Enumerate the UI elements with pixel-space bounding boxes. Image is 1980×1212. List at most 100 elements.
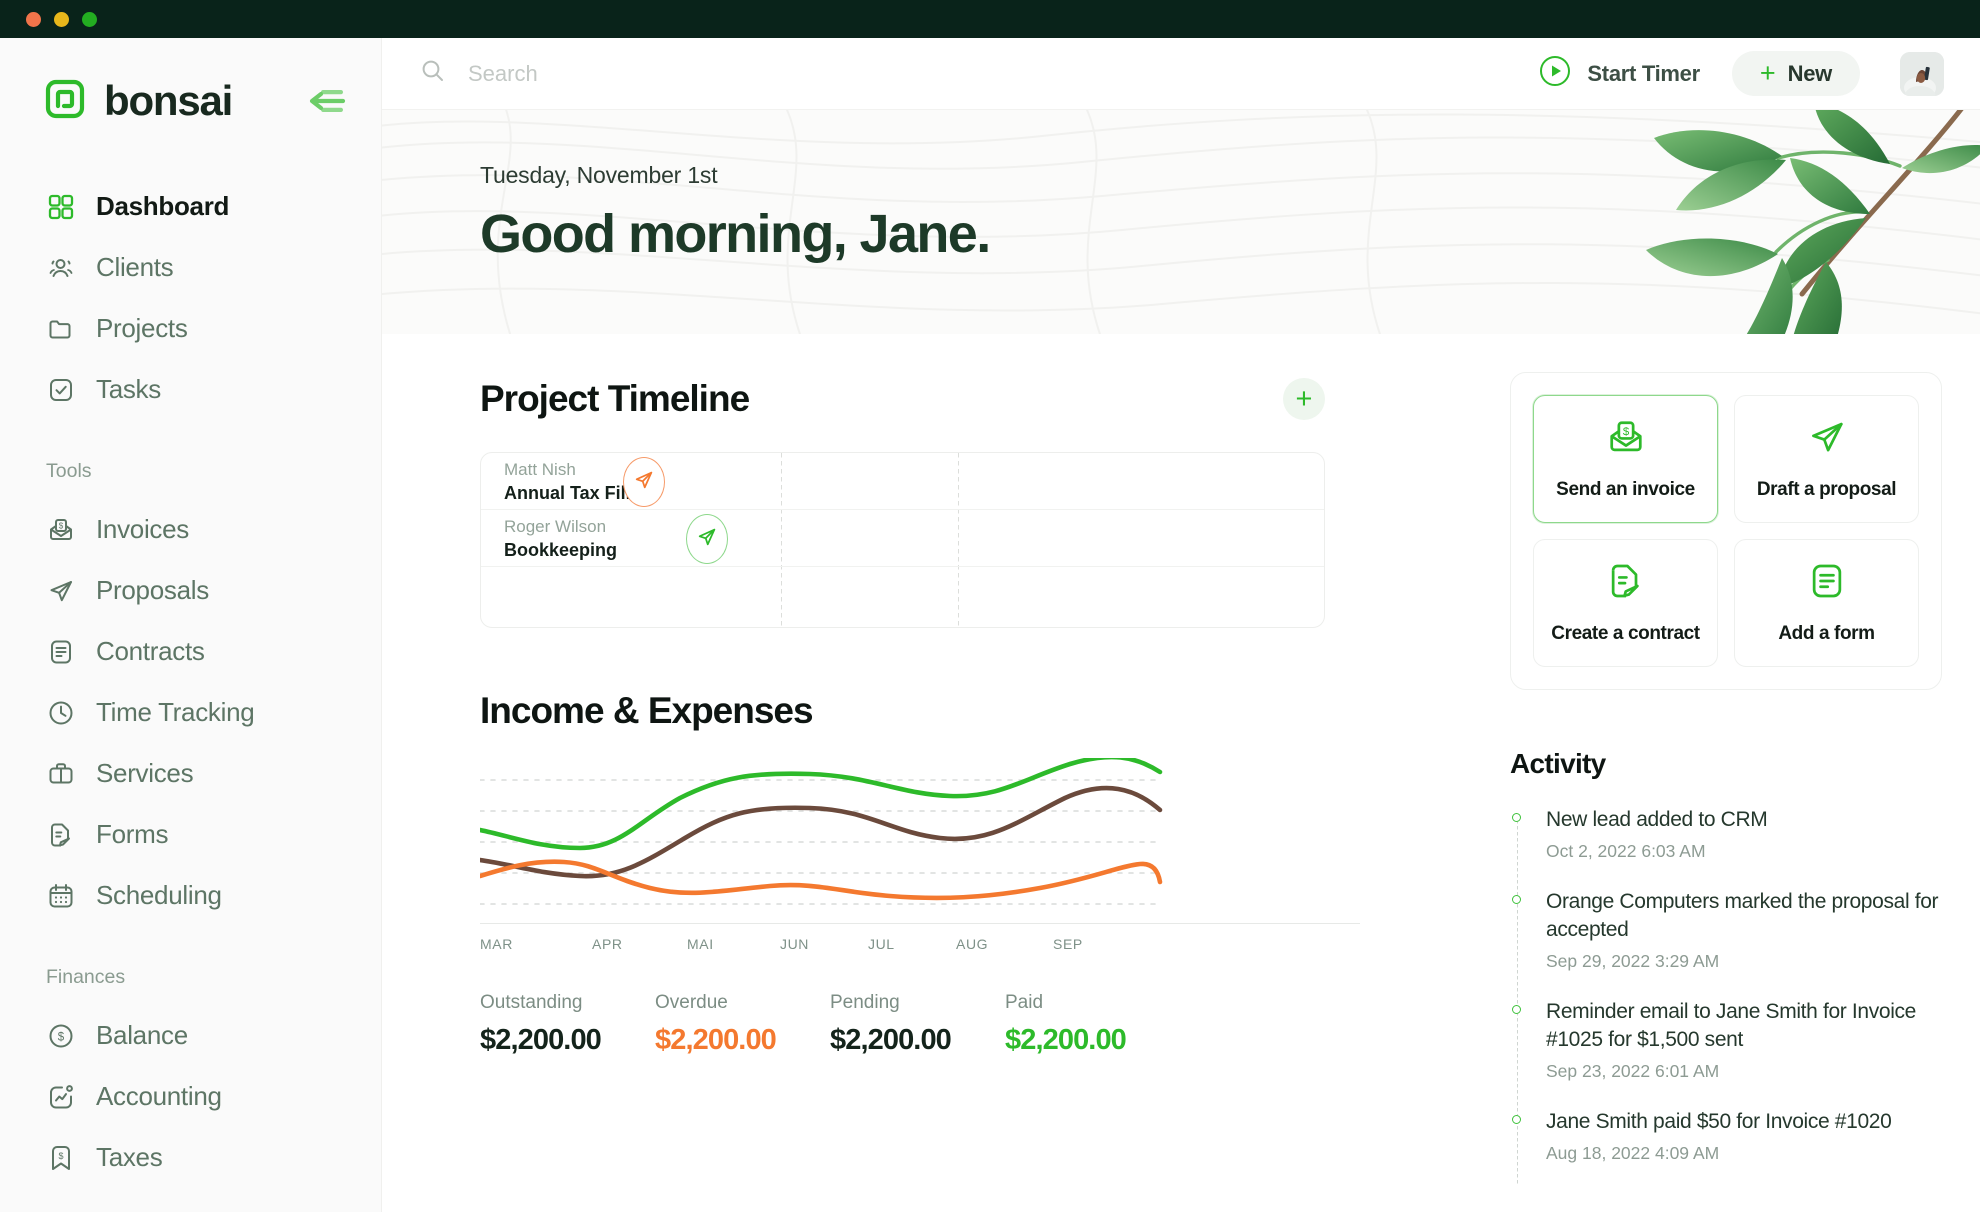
table-row[interactable]: Roger Wilson Bookkeeping [481,510,1324,567]
axis-tick-label: AUG [956,936,989,952]
sidebar-item-proposals[interactable]: Proposals [0,560,381,621]
paper-plane-icon [1807,417,1847,462]
axis-tick-label: APR [592,936,623,952]
search-input[interactable] [468,60,928,87]
stat-label: Outstanding [480,992,583,1013]
stat-value: $2,200.00 [830,1024,952,1056]
list-item[interactable]: New lead added to CRM Oct 2, 2022 6:03 A… [1512,806,1960,862]
axis-tick-label: SEP [1053,936,1083,952]
sidebar-nav: Dashboard Clients Projects Tasks Tools $… [0,176,381,1188]
quick-action-send-invoice[interactable]: $ Send an invoice [1533,395,1718,523]
sidebar-item-tasks[interactable]: Tasks [0,359,381,420]
timeline-project-name: Annual Tax Fil... [504,483,641,503]
stat-overdue: Overdue $2,200.00 [655,992,830,1057]
sidebar-item-forms[interactable]: Forms [0,804,381,865]
stat-label: Pending [830,992,900,1013]
dashboard-content: Project Timeline + Matt Nish Annual Tax … [382,334,1980,1190]
brand-logo-group[interactable]: bonsai [42,76,233,127]
chart-x-axis [480,923,1360,924]
list-item[interactable]: Orange Computers marked the proposal for… [1512,888,1960,972]
timeline-marker-proposal[interactable] [623,457,665,507]
sidebar-item-balance[interactable]: $ Balance [0,1005,381,1066]
search-icon [420,58,446,89]
sidebar-item-projects[interactable]: Projects [0,298,381,359]
sidebar-item-label: Contracts [96,636,205,666]
income-expenses-title: Income & Expenses [480,690,814,731]
dollar-circle-icon: $ [46,1021,76,1051]
contract-pencil-icon [1606,561,1646,606]
greeting-date: Tuesday, November 1st [480,162,718,188]
paper-plane-icon [633,469,655,496]
stat-value: $2,200.00 [1005,1024,1127,1056]
axis-tick-label: MAI [687,936,714,952]
quick-action-add-form[interactable]: Add a form [1734,539,1919,667]
sidebar-item-label: Dashboard [96,191,230,221]
activity-dot-icon [1512,1114,1521,1124]
sidebar-item-time-tracking[interactable]: Time Tracking [0,682,381,743]
activity-text: Reminder email to Jane Smith for Invoice… [1546,999,1916,1051]
table-row[interactable]: Matt Nish Annual Tax Fil... [481,453,1324,510]
user-avatar[interactable] [1900,51,1944,96]
stat-value: $2,200.00 [480,1024,602,1056]
invoice-envelope-icon: $ [1606,417,1646,462]
activity-text: Orange Computers marked the proposal for… [1546,889,1939,941]
new-button[interactable]: + New [1731,51,1860,96]
stat-value: $2,200.00 [655,1024,777,1056]
invoice-envelope-icon: $ [46,515,76,545]
add-project-button[interactable]: + [1283,378,1325,420]
plus-icon: + [1759,58,1776,88]
clock-icon [46,698,76,728]
paper-plane-icon [696,526,718,553]
quick-action-label: Send an invoice [1556,479,1695,500]
greeting-message: Good morning, Jane. [480,204,991,264]
calendar-icon [46,881,76,911]
document-lines-icon [46,637,76,667]
svg-text:$: $ [58,1150,63,1160]
sidebar-item-label: Taxes [96,1142,163,1172]
stat-label: Overdue [655,992,728,1013]
sidebar-item-clients[interactable]: Clients [0,237,381,298]
table-row-empty[interactable] [481,567,1324,624]
sidebar-item-accounting[interactable]: Accounting [0,1066,381,1127]
grid-icon [46,192,76,222]
quick-action-draft-proposal[interactable]: Draft a proposal [1734,395,1919,523]
start-timer-button[interactable]: Start Timer [1539,55,1700,92]
page-title: Project Timeline [480,378,750,419]
activity-timestamp: Sep 23, 2022 6:01 AM [1546,1060,1720,1081]
quick-action-label: Create a contract [1551,623,1700,644]
sidebar-group-finances-label: Finances [46,966,126,988]
list-item[interactable]: Jane Smith paid $50 for Invoice #1020 Au… [1512,1108,1960,1164]
sidebar-item-taxes[interactable]: $ Taxes [0,1127,381,1188]
sidebar-item-contracts[interactable]: Contracts [0,621,381,682]
income-expenses-section: Income & Expenses MAR APR MAI JUN JUL AU… [480,690,1360,1057]
check-square-icon [46,375,76,405]
sidebar-item-invoices[interactable]: $ Invoices [0,499,381,560]
list-item[interactable]: Reminder email to Jane Smith for Invoice… [1512,998,1960,1082]
folder-icon [46,314,76,344]
window-maximize-button[interactable] [82,11,97,27]
window-minimize-button[interactable] [54,11,69,27]
activity-dot-icon [1512,1004,1521,1014]
sidebar-item-services[interactable]: Services [0,743,381,804]
activity-dot-icon [1512,813,1521,822]
quick-action-create-contract[interactable]: Create a contract [1533,539,1718,667]
sidebar: bonsai Dashboard Clients Projects Tasks … [0,38,382,1212]
svg-text:$: $ [58,1031,65,1043]
sidebar-item-dashboard[interactable]: Dashboard [0,176,381,237]
sidebar-item-label: Balance [96,1020,188,1050]
svg-text:$: $ [59,521,64,530]
left-column: Project Timeline + Matt Nish Annual Tax … [382,334,1482,1190]
greeting-text-group: Tuesday, November 1st Good morning, Jane… [480,162,991,265]
collapse-sidebar-icon[interactable] [305,86,347,116]
timeline-client-name: Matt Nish [504,460,576,479]
sidebar-item-scheduling[interactable]: Scheduling [0,865,381,926]
timeline-marker-proposal[interactable] [686,514,728,564]
quick-action-label: Add a form [1778,623,1875,644]
window-close-button[interactable] [26,11,41,27]
paper-plane-icon [46,576,76,606]
timeline-project-name: Bookkeeping [504,540,618,560]
search-group[interactable] [420,58,1519,89]
form-lines-icon [1807,561,1847,606]
quick-actions-card: $ Send an invoice Draft a proposal Creat… [1510,372,1942,690]
start-timer-label: Start Timer [1587,60,1700,86]
